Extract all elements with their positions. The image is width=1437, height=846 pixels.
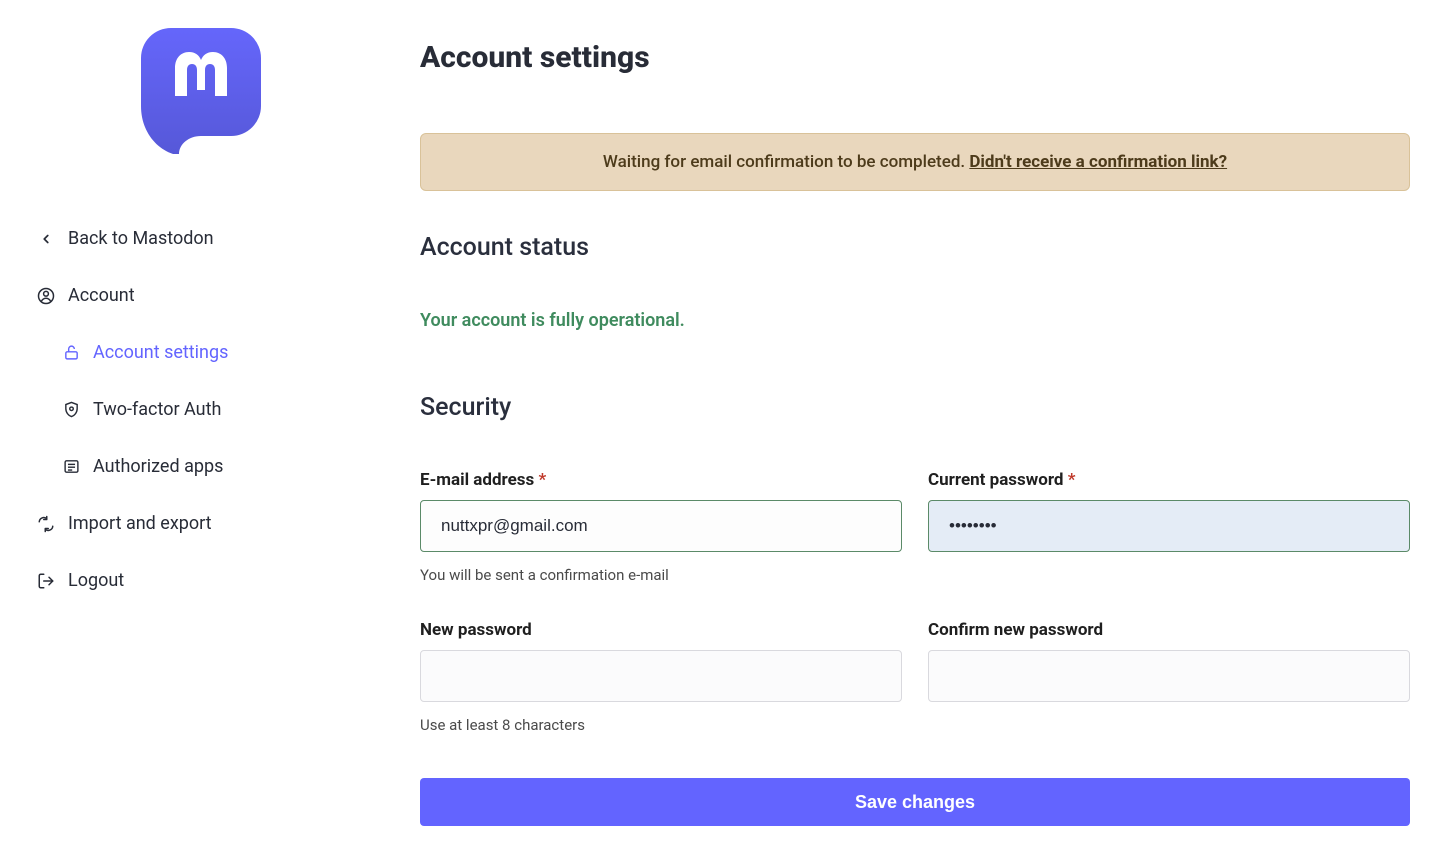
required-mark: * bbox=[1068, 470, 1076, 490]
form-group-current-password: Current password * bbox=[928, 470, 1410, 584]
nav-list: Back to Mastodon Account Account setting… bbox=[36, 210, 350, 609]
new-password-hint: Use at least 8 characters bbox=[420, 716, 902, 734]
nav-account-settings[interactable]: Account settings bbox=[36, 324, 350, 381]
flash-resend-link[interactable]: Didn't receive a confirmation link? bbox=[969, 152, 1227, 172]
account-status-text: Your account is fully operational. bbox=[420, 310, 1410, 331]
user-circle-icon bbox=[36, 286, 56, 306]
mastodon-logo-icon[interactable] bbox=[141, 28, 261, 154]
nav-import-export[interactable]: Import and export bbox=[36, 495, 350, 552]
email-label: E-mail address * bbox=[420, 470, 902, 490]
form-row-new-password: New password Use at least 8 characters C… bbox=[420, 620, 1410, 734]
nav-label: Two-factor Auth bbox=[93, 399, 221, 420]
new-password-input[interactable] bbox=[420, 650, 902, 702]
nav-label: Account bbox=[68, 285, 135, 306]
logout-icon bbox=[36, 571, 56, 591]
logo-wrapper bbox=[36, 28, 350, 158]
save-changes-button[interactable]: Save changes bbox=[420, 778, 1410, 826]
lock-icon bbox=[61, 343, 81, 363]
email-hint: You will be sent a confirmation e-mail bbox=[420, 566, 902, 584]
label-text: Current password bbox=[928, 470, 1063, 490]
new-password-label: New password bbox=[420, 620, 902, 640]
security-heading: Security bbox=[420, 393, 1410, 422]
confirm-password-input[interactable] bbox=[928, 650, 1410, 702]
flash-warning: Waiting for email confirmation to be com… bbox=[420, 133, 1410, 191]
required-mark: * bbox=[539, 470, 547, 490]
nav-account[interactable]: Account bbox=[36, 267, 350, 324]
nav-label: Import and export bbox=[68, 513, 212, 534]
flash-text: Waiting for email confirmation to be com… bbox=[603, 152, 969, 172]
current-password-input[interactable] bbox=[928, 500, 1410, 552]
shield-icon bbox=[61, 400, 81, 420]
current-password-label: Current password * bbox=[928, 470, 1410, 490]
chevron-left-icon bbox=[36, 229, 56, 249]
nav-logout[interactable]: Logout bbox=[36, 552, 350, 609]
nav-authorized-apps[interactable]: Authorized apps bbox=[36, 438, 350, 495]
sidebar: Back to Mastodon Account Account setting… bbox=[0, 0, 370, 846]
email-input[interactable] bbox=[420, 500, 902, 552]
nav-label: Authorized apps bbox=[93, 456, 223, 477]
confirm-password-label: Confirm new password bbox=[928, 620, 1410, 640]
page-title: Account settings bbox=[420, 40, 1410, 75]
form-row-credentials: E-mail address * You will be sent a conf… bbox=[420, 470, 1410, 584]
nav-label: Logout bbox=[68, 570, 124, 591]
list-icon bbox=[61, 457, 81, 477]
form-group-email: E-mail address * You will be sent a conf… bbox=[420, 470, 902, 584]
label-text: E-mail address bbox=[420, 470, 534, 490]
nav-label: Back to Mastodon bbox=[68, 228, 214, 249]
nav-two-factor-auth[interactable]: Two-factor Auth bbox=[36, 381, 350, 438]
form-group-confirm-password: Confirm new password bbox=[928, 620, 1410, 734]
account-status-heading: Account status bbox=[420, 233, 1410, 262]
nav-label: Account settings bbox=[93, 342, 228, 363]
nav-back-to-mastodon[interactable]: Back to Mastodon bbox=[36, 210, 350, 267]
main-content: Account settings Waiting for email confi… bbox=[370, 0, 1430, 846]
form-group-new-password: New password Use at least 8 characters bbox=[420, 620, 902, 734]
import-export-icon bbox=[36, 514, 56, 534]
